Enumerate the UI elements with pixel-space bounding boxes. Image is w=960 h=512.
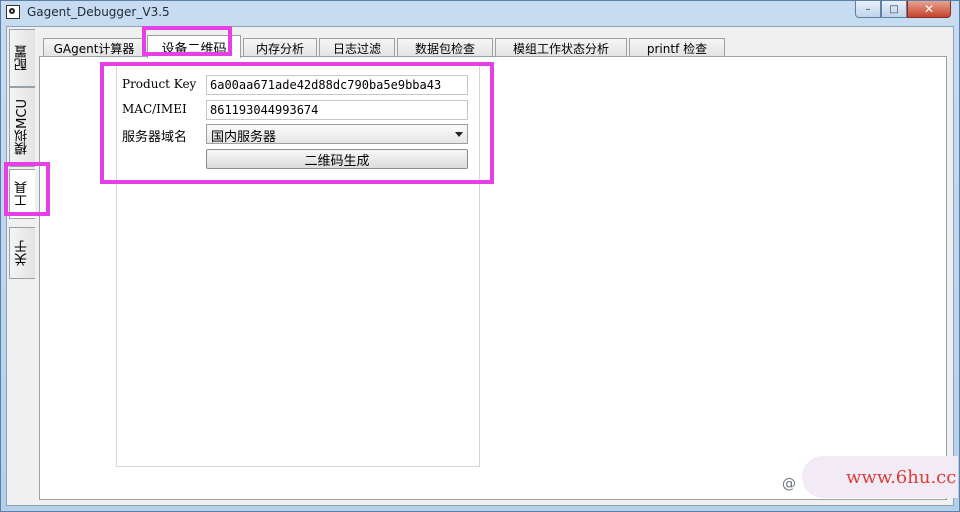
side-tab-label: 模拟MCU — [15, 99, 30, 155]
product-key-input[interactable]: 6a00aa671ade42d88dc790ba5e9bba43 — [206, 75, 468, 95]
tab-memory-analysis[interactable]: 内存分析 — [243, 38, 317, 57]
server-domain-value: 国内服务器 — [211, 130, 277, 145]
app-magnifier-icon — [6, 5, 20, 19]
tab-device-qrcode[interactable]: 设备二维码 — [147, 35, 241, 58]
window-title: Gagent_Debugger_V3.5 — [27, 5, 170, 19]
tab-log-filter[interactable]: 日志过滤 — [319, 38, 395, 57]
dropdown-arrow-icon[interactable] — [455, 132, 463, 137]
mac-imei-input[interactable]: 861193044993674 — [206, 100, 468, 120]
tab-gagent-calculator[interactable]: GAgent计算器 — [43, 38, 145, 57]
minimize-button[interactable]: – — [855, 1, 881, 18]
side-tab-config[interactable]: 配置 — [9, 29, 35, 87]
server-domain-label: 服务器域名 — [122, 130, 188, 145]
watermark-at-sign: @ — [782, 476, 796, 492]
watermark-text: www.6hu.cc — [846, 466, 957, 488]
server-domain-select[interactable]: 国内服务器 — [206, 124, 468, 145]
tab-printf-check[interactable]: printf 检查 — [629, 38, 725, 57]
mac-imei-label: MAC/IMEI — [122, 102, 187, 116]
side-tab-mcu[interactable]: 模拟MCU — [9, 87, 35, 167]
client-area: 配置 模拟MCU 工具 关于 GAgent计算器 设备二维码 内存分析 日志过滤… — [6, 26, 954, 506]
side-tab-about[interactable]: 关于 — [9, 227, 35, 279]
side-tab-label: 配置 — [15, 45, 30, 71]
tab-content-panel: Product Key 6a00aa671ade42d88dc790ba5e9b… — [39, 56, 947, 500]
product-key-label: Product Key — [122, 77, 197, 91]
side-tab-tools[interactable]: 工具 — [9, 169, 35, 219]
tab-module-state-analysis[interactable]: 模组工作状态分析 — [495, 38, 627, 57]
side-tab-label: 关于 — [15, 240, 30, 266]
title-bar[interactable]: Gagent_Debugger_V3.5 – □ ✕ — [1, 1, 959, 25]
caption-buttons: – □ ✕ — [855, 1, 951, 18]
maximize-button[interactable]: □ — [881, 1, 907, 18]
close-button[interactable]: ✕ — [907, 1, 951, 18]
watermark: www.6hu.cc — [802, 456, 958, 498]
generate-qrcode-button[interactable]: 二维码生成 — [206, 149, 468, 169]
tab-packet-check[interactable]: 数据包检查 — [397, 38, 493, 57]
side-tab-label: 工具 — [15, 181, 30, 207]
